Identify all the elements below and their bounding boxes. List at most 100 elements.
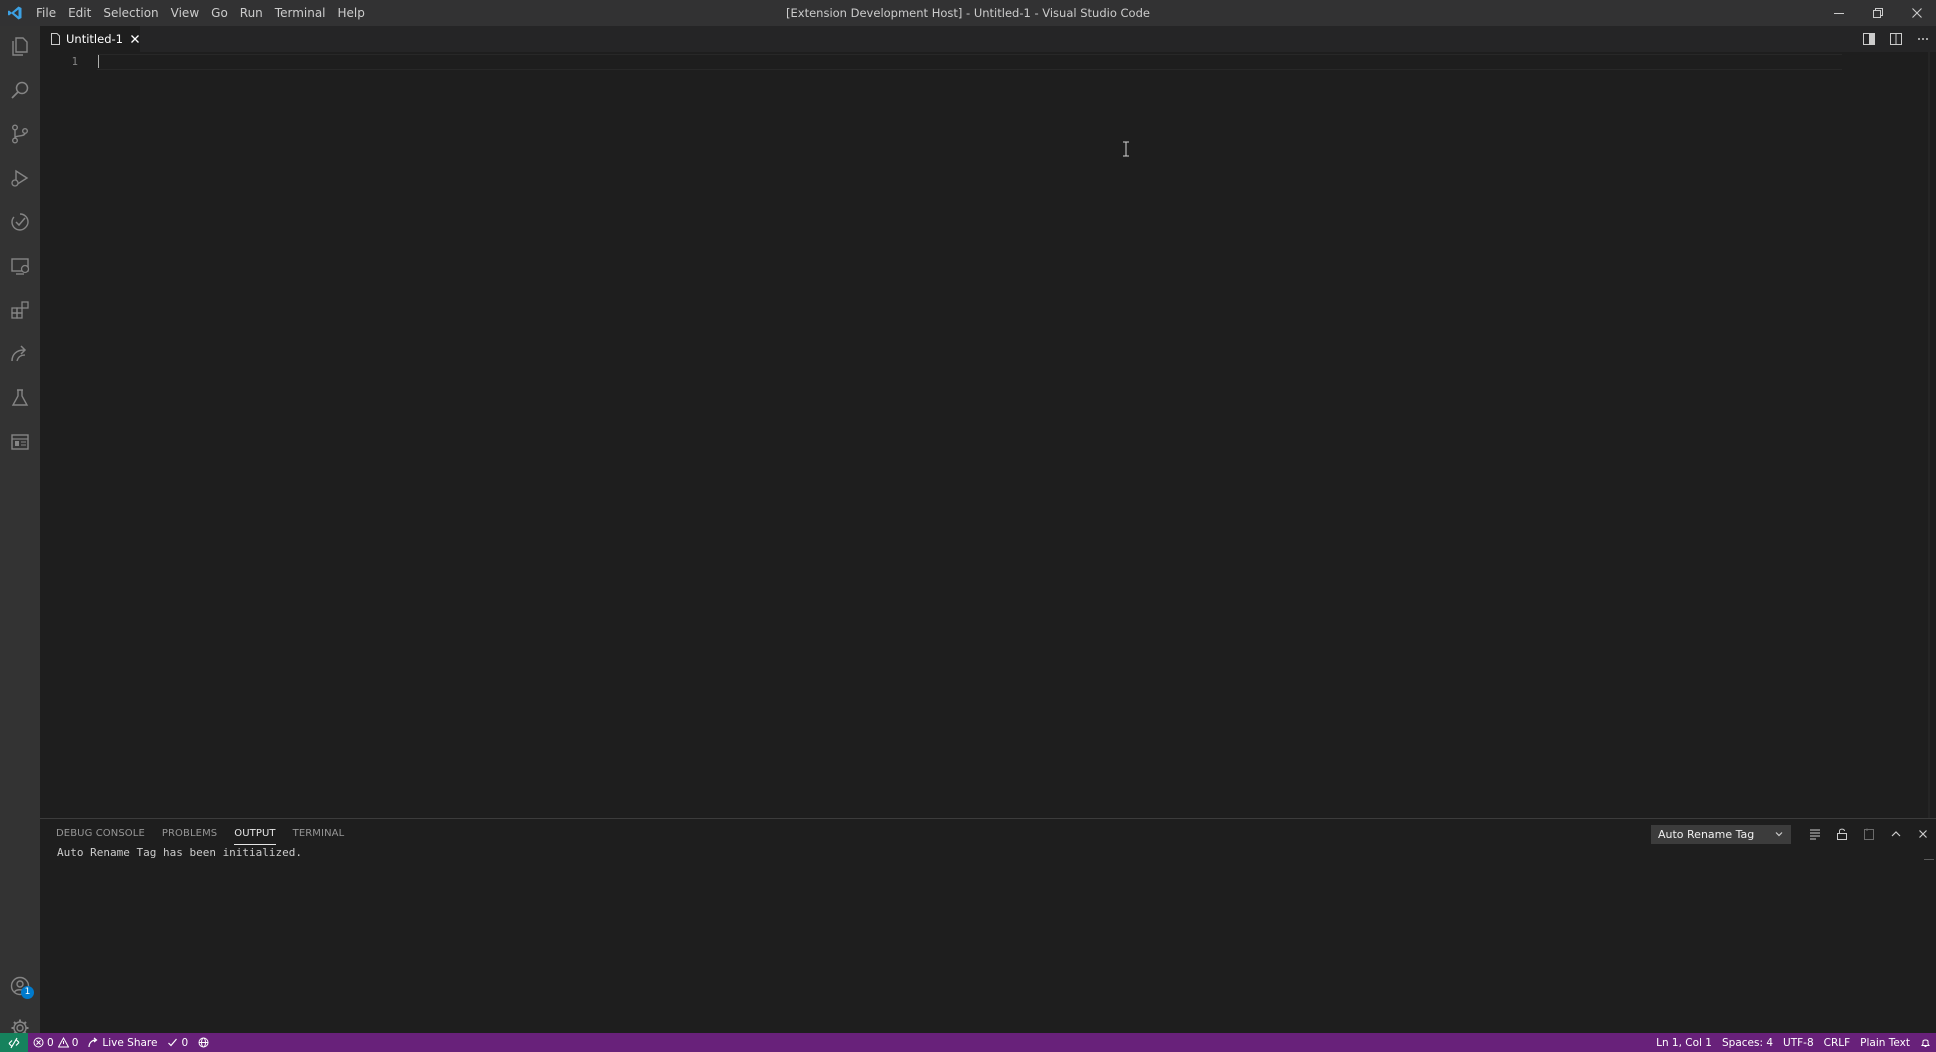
close-panel-button[interactable] xyxy=(1909,822,1936,846)
flask-button[interactable] xyxy=(0,378,40,418)
remote-explorer-icon xyxy=(11,258,30,275)
vscode-logo-icon[interactable] xyxy=(0,0,30,26)
editor-scrollbar[interactable] xyxy=(1928,52,1930,818)
scroll-lock-button[interactable] xyxy=(1828,822,1855,846)
menu-file[interactable]: File xyxy=(30,0,62,26)
editor-tab-bar: Untitled-1 xyxy=(40,26,1936,52)
tab-debug-console[interactable]: DEBUG CONSOLE xyxy=(56,823,145,845)
split-editor-button[interactable] xyxy=(1882,26,1909,52)
remote-explorer-button[interactable] xyxy=(0,246,40,286)
file-icon xyxy=(51,33,60,45)
search-button[interactable] xyxy=(0,70,40,110)
open-preview-button[interactable] xyxy=(1855,26,1882,52)
explorer-button[interactable] xyxy=(0,26,40,66)
window-controls xyxy=(1819,0,1936,26)
remote-indicator[interactable] xyxy=(0,1033,28,1052)
ellipsis-icon xyxy=(1917,38,1928,40)
accounts-button[interactable]: 1 xyxy=(0,966,40,1006)
panel-scrollbar[interactable] xyxy=(1924,859,1934,860)
warning-icon xyxy=(57,1037,69,1048)
more-actions-button[interactable] xyxy=(1909,26,1936,52)
menu-go[interactable]: Go xyxy=(205,0,234,26)
output-channel-value: Auto Rename Tag xyxy=(1658,827,1755,841)
maximize-panel-button[interactable] xyxy=(1882,822,1909,846)
tab-output[interactable]: OUTPUT xyxy=(234,823,276,845)
explorer-icon xyxy=(12,37,28,56)
ibeam-cursor-icon xyxy=(1123,141,1129,157)
source-control-icon xyxy=(12,124,28,144)
editor-area[interactable]: 1 xyxy=(40,52,1936,818)
extensions-icon xyxy=(11,301,29,319)
text-cursor xyxy=(98,55,99,68)
language-mode[interactable]: Plain Text xyxy=(1855,1033,1915,1052)
search-icon xyxy=(11,81,29,99)
menu-selection[interactable]: Selection xyxy=(97,0,164,26)
live-share-icon xyxy=(11,345,27,362)
bell-icon xyxy=(1921,1039,1930,1047)
extensions-button[interactable] xyxy=(0,290,40,330)
cursor-position[interactable]: Ln 1, Col 1 xyxy=(1651,1033,1717,1052)
tab-terminal[interactable]: TERMINAL xyxy=(293,823,345,845)
tab-problems[interactable]: PROBLEMS xyxy=(162,823,217,845)
split-editor-icon xyxy=(1889,33,1902,45)
end-of-line[interactable]: CRLF xyxy=(1819,1033,1856,1052)
problems-status[interactable]: 0 0 xyxy=(28,1033,83,1052)
panel-actions: Auto Rename Tag xyxy=(1651,822,1936,846)
line-number: 1 xyxy=(71,56,78,68)
status-bar-right: Ln 1, Col 1 Spaces: 4 UTF-8 CRLF Plain T… xyxy=(1651,1033,1936,1052)
menu-terminal[interactable]: Terminal xyxy=(269,0,332,26)
chevron-up-icon xyxy=(1891,831,1900,837)
source-control-button[interactable] xyxy=(0,114,40,154)
check-icon xyxy=(168,1038,178,1047)
close-icon xyxy=(1911,8,1922,18)
current-line-highlight xyxy=(97,54,1842,70)
remote-icon xyxy=(8,1037,20,1048)
output-content[interactable]: Auto Rename Tag has been initialized. xyxy=(57,846,302,859)
indentation[interactable]: Spaces: 4 xyxy=(1717,1033,1778,1052)
checks-status[interactable]: 0 xyxy=(162,1033,193,1052)
encoding[interactable]: UTF-8 xyxy=(1778,1033,1819,1052)
minimize-button[interactable] xyxy=(1819,0,1858,26)
tab-untitled-1[interactable]: Untitled-1 xyxy=(40,26,140,52)
title-bar: File Edit Selection View Go Run Terminal… xyxy=(0,0,1936,26)
accounts-badge: 1 xyxy=(21,986,34,999)
open-log-button[interactable] xyxy=(1855,822,1882,846)
bottom-panel: DEBUG CONSOLE PROBLEMS OUTPUT TERMINAL A… xyxy=(40,818,1936,1033)
tab-label: Untitled-1 xyxy=(66,32,123,46)
panel-tabs: DEBUG CONSOLE PROBLEMS OUTPUT TERMINAL xyxy=(56,823,361,847)
minimize-icon xyxy=(1833,13,1844,14)
open-preview-icon xyxy=(1862,33,1875,45)
globe-icon xyxy=(198,1037,209,1048)
live-share-icon xyxy=(88,1037,98,1048)
output-channel-select[interactable]: Auto Rename Tag xyxy=(1651,824,1791,844)
run-debug-button[interactable] xyxy=(0,158,40,198)
clear-output-button[interactable] xyxy=(1801,822,1828,846)
run-debug-icon xyxy=(11,169,29,187)
error-icon xyxy=(33,1037,44,1048)
menu-run[interactable]: Run xyxy=(234,0,269,26)
warning-count: 0 xyxy=(71,1036,79,1049)
globe-status[interactable] xyxy=(193,1033,214,1052)
close-icon xyxy=(1918,830,1927,838)
testing-button[interactable] xyxy=(0,202,40,242)
menu-view[interactable]: View xyxy=(165,0,205,26)
live-share-button[interactable] xyxy=(0,334,40,374)
restore-icon xyxy=(1872,8,1883,18)
notifications-button[interactable] xyxy=(1915,1033,1936,1052)
error-count: 0 xyxy=(47,1036,54,1049)
live-share-status[interactable]: Live Share xyxy=(83,1033,162,1052)
checks-count: 0 xyxy=(181,1036,189,1049)
status-bar: 0 0 Live Share 0 Ln 1, Col 1 Spaces: 4 U… xyxy=(0,1033,1936,1052)
menu-edit[interactable]: Edit xyxy=(62,0,97,26)
editor-actions xyxy=(1855,26,1936,52)
tab-close-button[interactable] xyxy=(130,34,140,44)
clear-output-icon xyxy=(1809,829,1820,840)
testing-check-icon xyxy=(11,213,29,231)
chevron-down-icon xyxy=(1775,831,1783,836)
menu-help[interactable]: Help xyxy=(332,0,371,26)
flask-icon xyxy=(11,389,29,406)
restore-button[interactable] xyxy=(1858,0,1897,26)
panel-view-button[interactable] xyxy=(0,422,40,462)
close-window-button[interactable] xyxy=(1897,0,1936,26)
panel-view-icon xyxy=(11,434,29,450)
